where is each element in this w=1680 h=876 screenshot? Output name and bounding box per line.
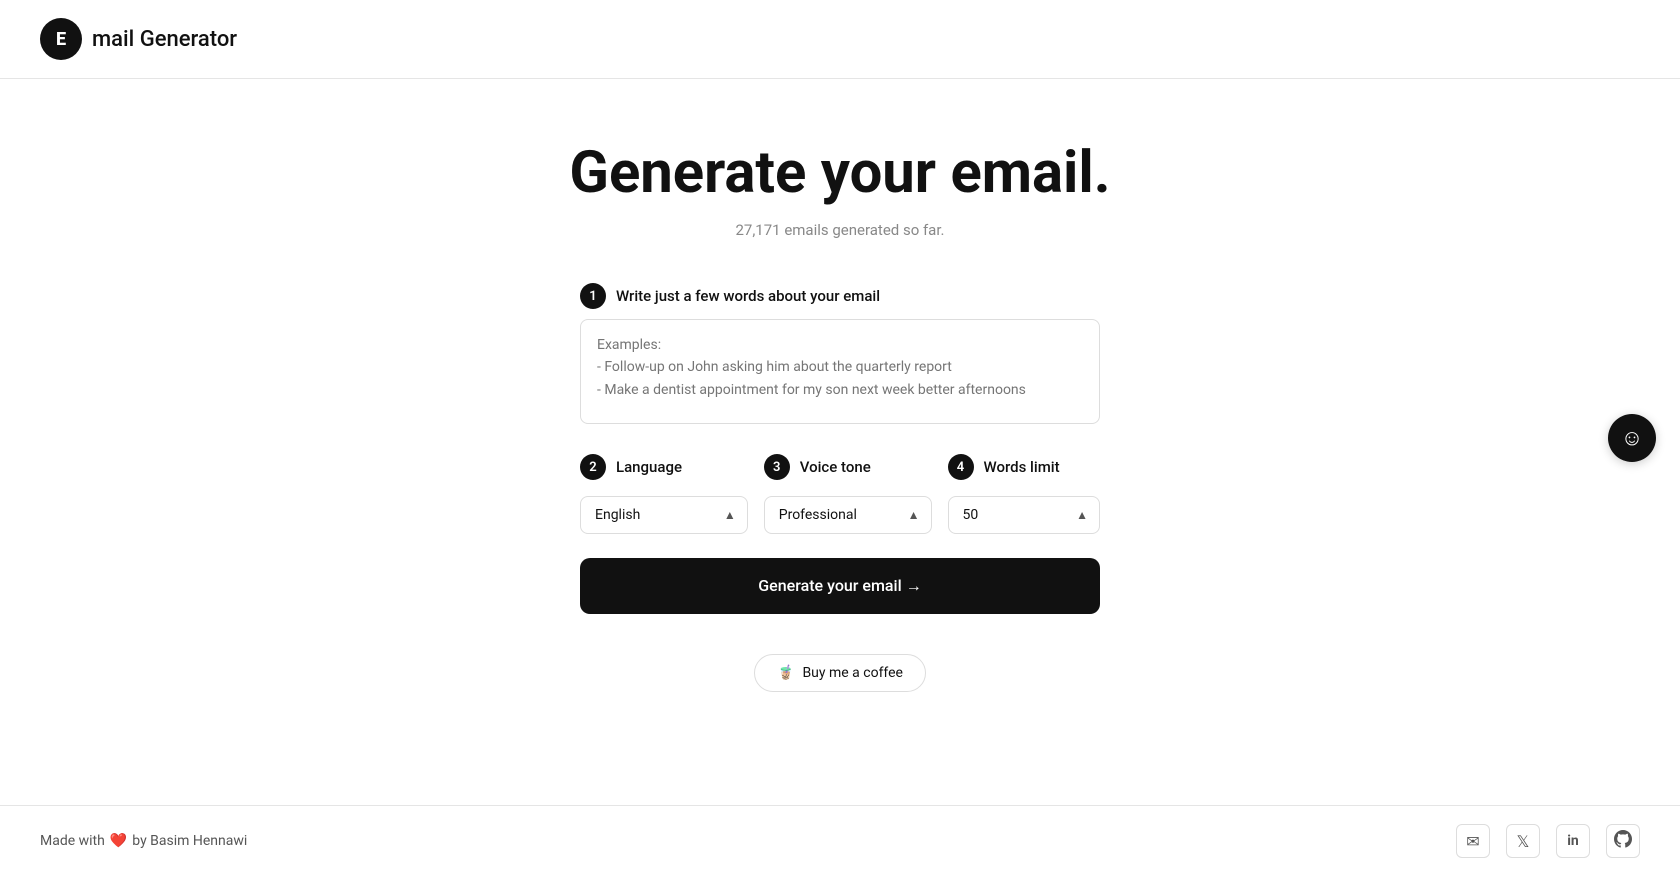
heart-icon: ❤️ (110, 833, 127, 849)
page-title: Generate your email. (569, 139, 1110, 207)
voice-select-wrapper: Professional Casual Formal Friendly Humo… (764, 496, 932, 534)
language-select-wrapper: English French Spanish German Italian Po… (580, 496, 748, 534)
step2-badge: 2 (580, 454, 606, 480)
app-title: mail Generator (92, 27, 237, 52)
coffee-emoji: 🧋 (777, 665, 794, 681)
voice-group: 3 Voice tone Professional Casual Formal … (764, 454, 932, 534)
github-icon (1614, 830, 1632, 852)
github-icon-link[interactable] (1606, 824, 1640, 858)
options-row: 2 Language English French Spanish German… (580, 454, 1100, 534)
linkedin-icon-link[interactable]: in (1556, 824, 1590, 858)
made-with-text: Made with (40, 833, 105, 849)
app-header: E mail Generator (0, 0, 1680, 79)
linkedin-icon: in (1567, 833, 1579, 849)
social-links: ✉ 𝕏 in (1456, 824, 1640, 858)
email-icon: ✉ (1466, 832, 1479, 851)
step3-badge: 3 (764, 454, 790, 480)
words-select[interactable]: 50 100 150 200 250 (948, 496, 1101, 534)
emails-count: 27,171 emails generated so far. (736, 221, 945, 239)
language-group: 2 Language English French Spanish German… (580, 454, 748, 534)
step1-text: Write just a few words about your email (616, 287, 880, 305)
step4-label: 4 Words limit (948, 454, 1101, 480)
chat-icon: ☺ (1621, 425, 1643, 451)
email-input[interactable] (580, 319, 1100, 424)
footer-credit: Made with ❤️ by Basim Hennawi (40, 833, 247, 849)
email-icon-link[interactable]: ✉ (1456, 824, 1490, 858)
main-content: Generate your email. 27,171 emails gener… (0, 79, 1680, 782)
chat-button[interactable]: ☺ (1608, 414, 1656, 462)
twitter-icon-link[interactable]: 𝕏 (1506, 824, 1540, 858)
words-select-wrapper: 50 100 150 200 250 ▲ (948, 496, 1101, 534)
step1-label: 1 Write just a few words about your emai… (580, 283, 1100, 309)
form-container: 1 Write just a few words about your emai… (580, 283, 1100, 654)
twitter-icon: 𝕏 (1517, 832, 1530, 851)
step4-badge: 4 (948, 454, 974, 480)
language-select[interactable]: English French Spanish German Italian Po… (580, 496, 748, 534)
app-footer: Made with ❤️ by Basim Hennawi ✉ 𝕏 in (0, 805, 1680, 876)
step3-label: 3 Voice tone (764, 454, 932, 480)
coffee-button[interactable]: 🧋 Buy me a coffee (754, 654, 926, 692)
step4-text: Words limit (984, 458, 1060, 476)
coffee-label: Buy me a coffee (802, 665, 903, 681)
step1-badge: 1 (580, 283, 606, 309)
generate-button[interactable]: Generate your email → (580, 558, 1100, 614)
app-logo: E (40, 18, 82, 60)
voice-select[interactable]: Professional Casual Formal Friendly Humo… (764, 496, 932, 534)
author-text: by Basim Hennawi (132, 833, 247, 849)
step3-text: Voice tone (800, 458, 871, 476)
step2-label: 2 Language (580, 454, 748, 480)
words-group: 4 Words limit 50 100 150 200 250 ▲ (948, 454, 1101, 534)
step2-text: Language (616, 458, 682, 476)
